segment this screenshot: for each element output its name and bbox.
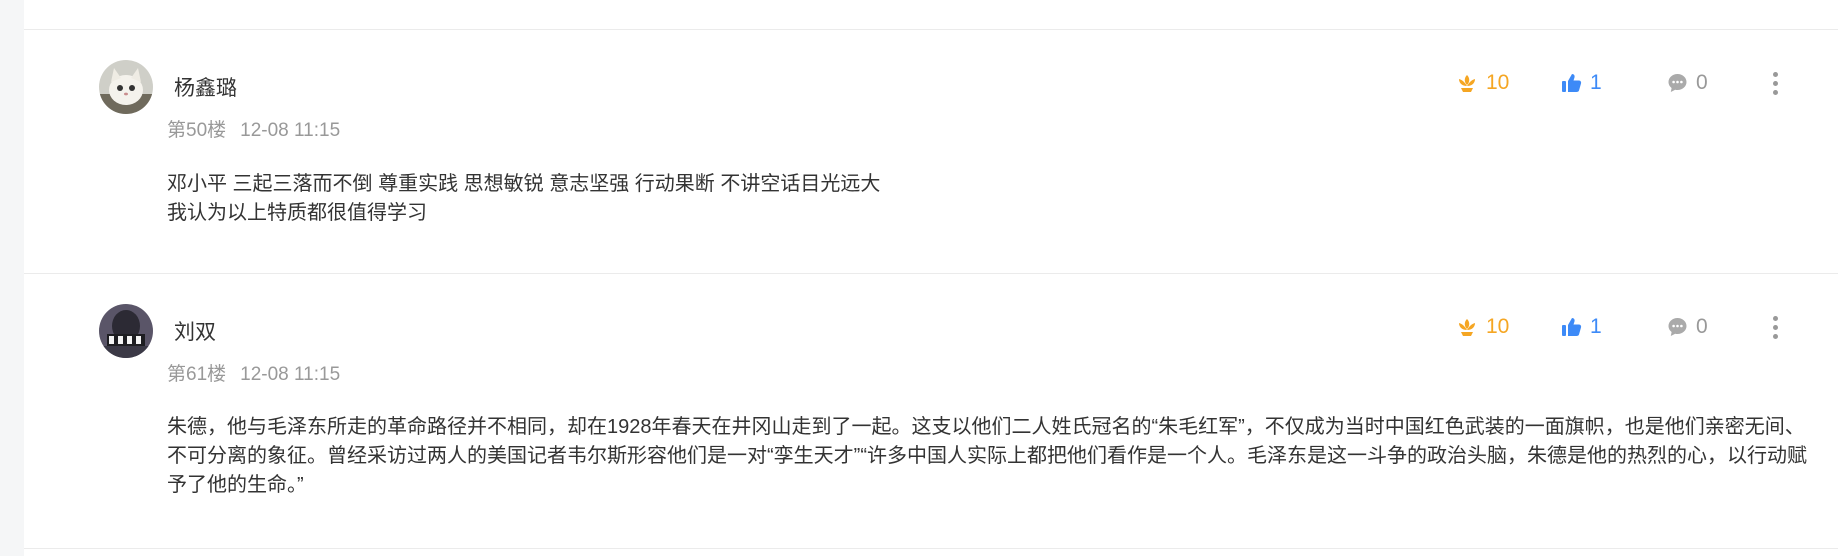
comment-meta: 第50楼 12-08 11:15 (167, 120, 340, 142)
flower-button[interactable]: 10 (1456, 312, 1509, 342)
like-button[interactable]: 1 (1561, 312, 1602, 342)
cat-avatar-image (99, 60, 153, 114)
floor-number: 第50楼 (167, 120, 227, 141)
floor-number: 第61楼 (167, 364, 227, 385)
comment-bubble-icon (1668, 318, 1687, 336)
comment-item: 杨鑫璐 第50楼 12-08 11:15 邓小平 三起三落而不倒 尊重实践 思想敏… (24, 30, 1838, 273)
user-avatar-image (99, 304, 153, 358)
thumbs-up-icon (1562, 318, 1582, 336)
more-options-button[interactable] (1765, 68, 1785, 98)
flower-count: 10 (1486, 315, 1510, 338)
more-vertical-icon (1772, 71, 1778, 77)
reply-count: 0 (1696, 71, 1708, 94)
flower-count: 10 (1486, 71, 1510, 94)
more-vertical-icon (1772, 315, 1778, 321)
flower-icon (1459, 319, 1475, 336)
comment-item: 刘双 第61楼 12-08 11:15 朱德，他与毛泽东所走的革命路径并不相同，却… (24, 274, 1838, 546)
divider (24, 548, 1838, 549)
reply-button[interactable]: 0 (1667, 68, 1708, 98)
dot (1772, 333, 1778, 339)
avatar[interactable] (99, 304, 153, 358)
comment-time: 12-08 11:15 (240, 120, 341, 141)
flower-button[interactable]: 10 (1456, 68, 1509, 98)
comment-time: 12-08 11:15 (240, 364, 341, 385)
reply-button[interactable]: 0 (1667, 312, 1708, 342)
more-options-button[interactable] (1765, 312, 1785, 342)
like-count: 1 (1590, 315, 1602, 338)
comment-list: 杨鑫璐 第50楼 12-08 11:15 邓小平 三起三落而不倒 尊重实践 思想敏… (24, 0, 1838, 556)
comment-body: 邓小平 三起三落而不倒 尊重实践 思想敏锐 意志坚强 行动果断 不讲空话目光远大… (167, 170, 1807, 228)
dot (1772, 324, 1778, 330)
comment-line: 我认为以上特质都很值得学习 (167, 202, 427, 224)
comment-line: 朱德，他与毛泽东所走的革命路径并不相同，却在1928年春天在井冈山走到了一起。这… (167, 416, 1807, 496)
comment-line: 邓小平 三起三落而不倒 尊重实践 思想敏锐 意志坚强 行动果断 不讲空话目光远大 (167, 173, 881, 195)
avatar[interactable] (99, 60, 153, 114)
comment-author[interactable]: 杨鑫璐 (174, 77, 237, 101)
like-button[interactable]: 1 (1561, 68, 1602, 98)
comment-bubble-icon (1668, 74, 1687, 92)
flower-icon (1459, 75, 1475, 92)
comment-body: 朱德，他与毛泽东所走的革命路径并不相同，却在1928年春天在井冈山走到了一起。这… (167, 413, 1807, 500)
reply-count: 0 (1696, 315, 1708, 338)
like-count: 1 (1590, 71, 1602, 94)
dot (1772, 80, 1778, 86)
dot (1772, 89, 1778, 95)
comment-meta: 第61楼 12-08 11:15 (167, 364, 340, 386)
thumbs-up-icon (1562, 74, 1582, 92)
comment-author[interactable]: 刘双 (174, 321, 216, 345)
